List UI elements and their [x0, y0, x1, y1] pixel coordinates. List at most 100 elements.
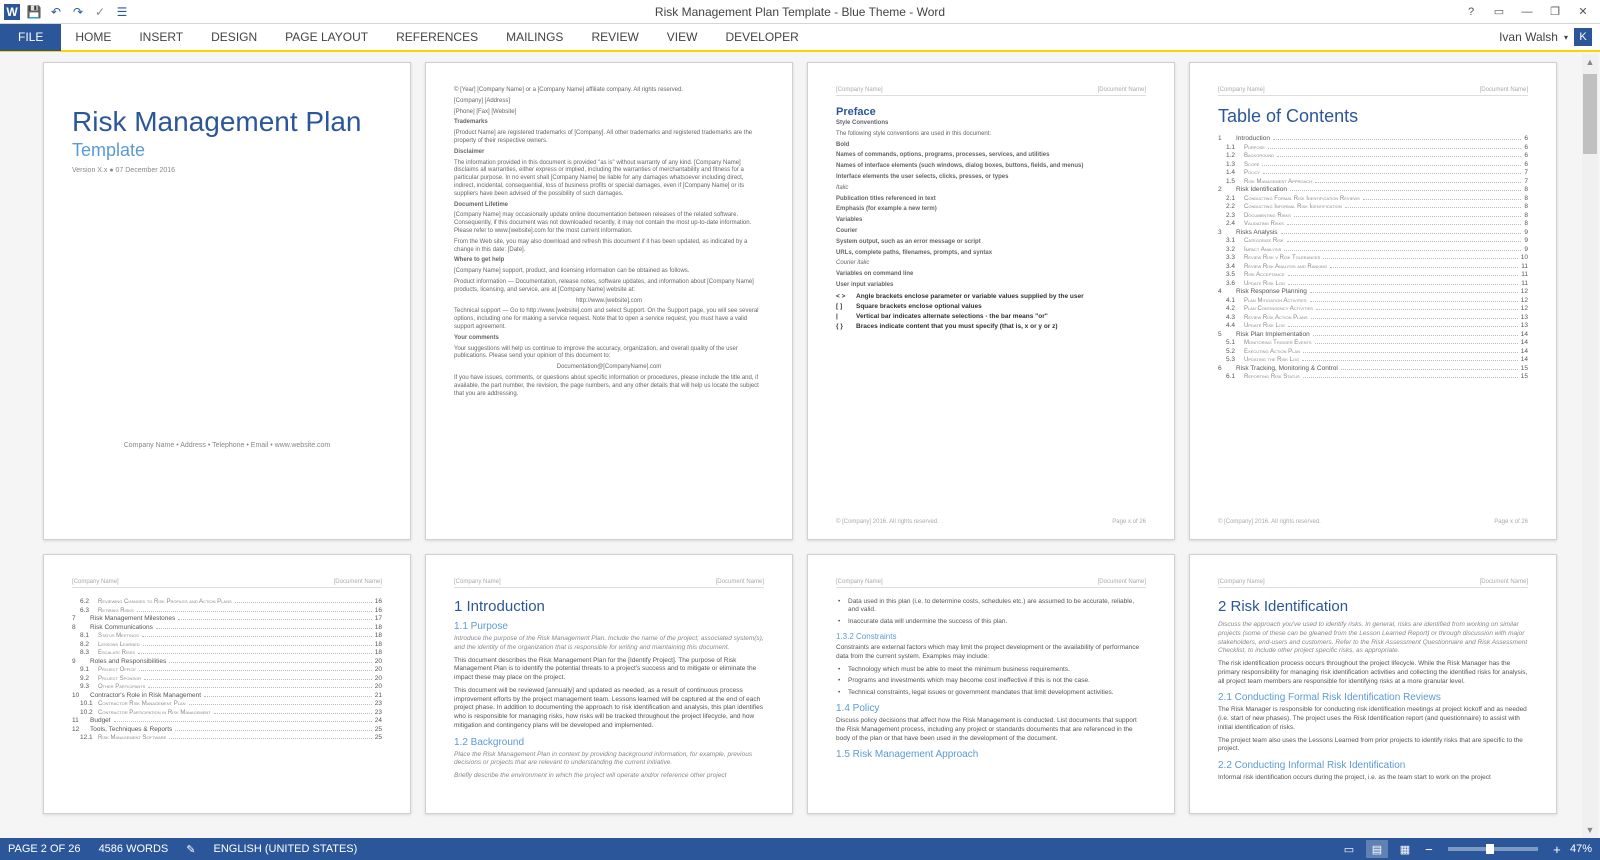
toc-entry[interactable]: 8.1Status Meetings18: [72, 632, 382, 639]
zoom-in-button[interactable]: +: [1550, 842, 1564, 857]
zoom-slider[interactable]: [1448, 847, 1538, 851]
tab-insert[interactable]: INSERT: [125, 23, 197, 51]
ribbon-user[interactable]: Ivan Walsh ▾ K: [1499, 28, 1600, 46]
status-proofing-icon[interactable]: ✎: [186, 843, 195, 856]
toc-entry[interactable]: 1Introduction6: [1218, 135, 1528, 142]
touch-mode-icon[interactable]: ☰: [114, 4, 130, 20]
tab-references[interactable]: REFERENCES: [382, 23, 492, 51]
toc-entry[interactable]: 5.2Executing Action Plan14: [1218, 348, 1528, 355]
heading-courier: Courier: [836, 228, 1146, 236]
toc-entry[interactable]: 1.5Risk Management Approach7: [1218, 178, 1528, 185]
toc-entry[interactable]: 7Risk Management Milestones17: [72, 615, 382, 622]
lifetime-text: [Company Name] may occasionally update o…: [454, 212, 764, 235]
status-words[interactable]: 4586 WORDS: [99, 843, 169, 855]
document-canvas[interactable]: Risk Management Plan Template Version X.…: [0, 52, 1600, 838]
toc-entry[interactable]: 4.4Update Risk Log13: [1218, 322, 1528, 329]
status-language[interactable]: ENGLISH (UNITED STATES): [213, 843, 357, 855]
toc-entry[interactable]: 3.3Review Risk v Risk Tolerances10: [1218, 254, 1528, 261]
toc-entry[interactable]: 2.3Documenting Risks8: [1218, 212, 1528, 219]
toc-entry[interactable]: 2.1Conducting Formal Risk Identification…: [1218, 195, 1528, 202]
scroll-up-icon[interactable]: ▲: [1582, 54, 1598, 70]
toc-entry[interactable]: 10.2Contractor Participation in Risk Man…: [72, 709, 382, 716]
toc-entry[interactable]: 4.1Plan Mitigation Activities12: [1218, 297, 1528, 304]
tab-developer[interactable]: DEVELOPER: [711, 23, 812, 51]
scroll-thumb[interactable]: [1583, 74, 1597, 154]
toc-entry[interactable]: 12.1Risk Management Software25: [72, 734, 382, 741]
toc-entry[interactable]: 8.3Escalate Risks18: [72, 649, 382, 656]
zoom-knob[interactable]: [1486, 844, 1494, 854]
ribbon: FILE HOMEINSERTDESIGNPAGE LAYOUTREFERENC…: [0, 24, 1600, 52]
toc-entry[interactable]: 5.3Updating the Risk Log14: [1218, 356, 1528, 363]
help-icon[interactable]: ?: [1458, 2, 1484, 22]
toc-entry[interactable]: 9.1Project Office20: [72, 666, 382, 673]
save-icon[interactable]: 💾: [26, 4, 42, 20]
toc-entry[interactable]: 2Risk Identification8: [1218, 186, 1528, 193]
toc-entry[interactable]: 6.3Retiring Risks16: [72, 607, 382, 614]
toc-entry[interactable]: 6Risk Tracking, Monitoring & Control15: [1218, 365, 1528, 372]
heading-toc: Table of Contents: [1218, 106, 1528, 127]
toc-entry[interactable]: 11Budget24: [72, 717, 382, 724]
toc-entry[interactable]: 1.2Background6: [1218, 152, 1528, 159]
page-intro: [Company Name][Document Name] 1 Introduc…: [425, 554, 793, 814]
toc-entry[interactable]: 2.4Validating Risks8: [1218, 220, 1528, 227]
status-bar: PAGE 2 OF 26 4586 WORDS ✎ ENGLISH (UNITE…: [0, 838, 1600, 860]
toc-entry[interactable]: 8Risk Communications18: [72, 624, 382, 631]
toc-entry[interactable]: 4.3Review Risk Action Plans13: [1218, 314, 1528, 321]
toc-entry[interactable]: 12Tools, Techniques & Reports25: [72, 726, 382, 733]
restore-icon[interactable]: ❐: [1542, 2, 1568, 22]
toc-entry[interactable]: 1.3Scope6: [1218, 161, 1528, 168]
toc-entry[interactable]: 2.2Conducting Informal Risk Identificati…: [1218, 203, 1528, 210]
view-print-layout-icon[interactable]: ▤: [1366, 840, 1388, 858]
user-avatar[interactable]: K: [1574, 28, 1592, 46]
tab-page-layout[interactable]: PAGE LAYOUT: [271, 23, 382, 51]
toc-entry[interactable]: 1.4Policy7: [1218, 169, 1528, 176]
vertical-scrollbar[interactable]: ▲ ▼: [1582, 54, 1598, 838]
redo-icon[interactable]: ↷: [70, 4, 86, 20]
toc-entry[interactable]: 6.2Reviewing Changes to Risk Profiles an…: [72, 598, 382, 605]
toc-entry[interactable]: 3.5Risk Acceptance11: [1218, 271, 1528, 278]
doc-title: Risk Management Plan: [72, 107, 382, 136]
tab-view[interactable]: VIEW: [653, 23, 712, 51]
toc-entry[interactable]: 3Risks Analysis9: [1218, 229, 1528, 236]
convention-row: |Vertical bar indicates alternate select…: [836, 313, 1146, 320]
undo-icon[interactable]: ↶: [48, 4, 64, 20]
tab-review[interactable]: REVIEW: [577, 23, 652, 51]
toc-entry[interactable]: 3.1Categorize Risk9: [1218, 237, 1528, 244]
scroll-down-icon[interactable]: ▼: [1582, 822, 1598, 838]
toc-entry[interactable]: 6.1Reporting Risk Status15: [1218, 373, 1528, 380]
toc-entry[interactable]: 10.1Contractor Risk Management Plan23: [72, 700, 382, 707]
toc-entry[interactable]: 5.1Monitoring Trigger Events14: [1218, 339, 1528, 346]
toc-entry[interactable]: 9.3Other Participants20: [72, 683, 382, 690]
ribbon-options-icon[interactable]: ▭: [1486, 2, 1512, 22]
tab-file[interactable]: FILE: [0, 23, 61, 51]
toc-entry[interactable]: 3.4Review Risk Analysis and Ranking11: [1218, 263, 1528, 270]
status-page[interactable]: PAGE 2 OF 26: [8, 843, 81, 855]
toc-entry[interactable]: 1.1Purpose6: [1218, 144, 1528, 151]
background-instruction2: Briefly describe the environment in whic…: [454, 772, 764, 781]
tab-mailings[interactable]: MAILINGS: [492, 23, 577, 51]
bold-line: Names of interface elements (such window…: [836, 163, 1146, 171]
zoom-out-button[interactable]: −: [1422, 842, 1436, 857]
tab-home[interactable]: HOME: [61, 23, 125, 51]
toc-entry[interactable]: 3.2Impact Analysis9: [1218, 246, 1528, 253]
toc-entry[interactable]: 4Risk Response Planning12: [1218, 288, 1528, 295]
close-icon[interactable]: ✕: [1570, 2, 1596, 22]
tab-design[interactable]: DESIGN: [197, 23, 271, 51]
toc-entry[interactable]: 4.2Plan Contingency Activities12: [1218, 305, 1528, 312]
help-text: [Company Name] support, product, and lic…: [454, 268, 764, 276]
view-read-mode-icon[interactable]: ▭: [1338, 840, 1360, 858]
view-web-layout-icon[interactable]: ▦: [1394, 840, 1416, 858]
toc-entry[interactable]: 9Roles and Responsibilities20: [72, 658, 382, 665]
toc-entry[interactable]: 10Contractor's Role in Risk Management21: [72, 692, 382, 699]
toc-entry[interactable]: 8.2Lessons Learned18: [72, 641, 382, 648]
toc-entry[interactable]: 5Risk Plan Implementation14: [1218, 331, 1528, 338]
page-preface: [Company Name][Document Name] Preface St…: [807, 62, 1175, 540]
heading-risk-approach: 1.5 Risk Management Approach: [836, 749, 1146, 760]
heading-purpose: 1.1 Purpose: [454, 621, 764, 632]
toc-entry[interactable]: 9.2Project Sponsor20: [72, 675, 382, 682]
minimize-icon[interactable]: —: [1514, 2, 1540, 22]
toc-entry[interactable]: 3.6Update Risk Log11: [1218, 280, 1528, 287]
spellcheck-icon[interactable]: ✓: [92, 4, 108, 20]
zoom-level[interactable]: 47%: [1570, 843, 1592, 855]
heading-comments: Your comments: [454, 335, 764, 343]
